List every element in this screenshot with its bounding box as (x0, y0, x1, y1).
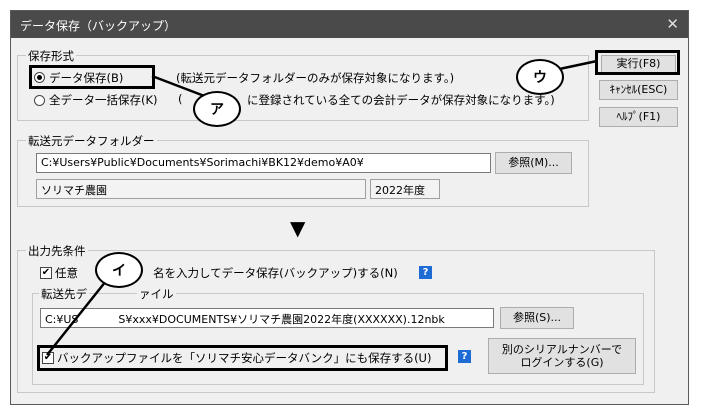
callout-u: ウ (516, 59, 564, 95)
callout-a: ア (193, 91, 241, 127)
callout-arrows (46, 59, 598, 356)
callout-i: イ (95, 252, 143, 288)
dialog-window: データ保存（バックアップ） ✕ 保存形式 データ保存(B) (転送元データフォル… (10, 10, 689, 405)
